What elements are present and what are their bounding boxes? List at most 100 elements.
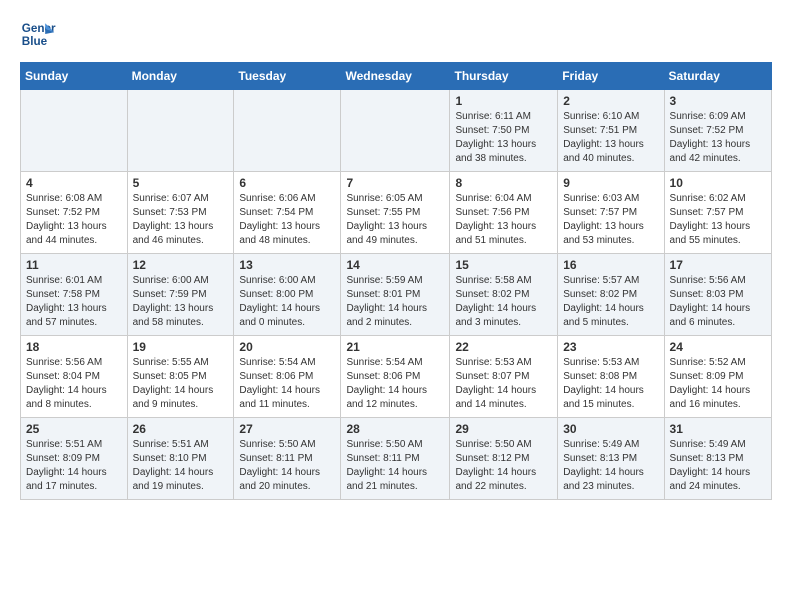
calendar-cell: 14Sunrise: 5:59 AM Sunset: 8:01 PM Dayli… [341,254,450,336]
day-info: Sunrise: 5:49 AM Sunset: 8:13 PM Dayligh… [670,438,766,494]
day-info: Sunrise: 5:53 AM Sunset: 8:07 PM Dayligh… [455,356,552,412]
calendar-cell: 16 Sunrise: 5:57 AM Sunset: 8:02 PM Dayli… [558,254,664,336]
weekday-header-row: SundayMondayTuesdayWednesdayThursdayFrid… [21,63,772,90]
day-info: Sunrise: 6:00 AM Sunset: 8:00 PM Dayligh… [239,274,335,330]
calendar-cell: 22 Sunrise: 5:53 AM Sunset: 8:07 PM Dayli… [450,336,558,418]
day-number: 29 [455,422,552,436]
calendar-cell: 30 Sunrise: 5:49 AM Sunset: 8:13 PM Dayli… [558,418,664,500]
day-number: 16 [563,258,658,272]
day-number: 3 [670,94,766,108]
day-info: Sunrise: 6:10 AM Sunset: 7:51 PM Dayligh… [563,110,658,166]
day-number: 24 [670,340,766,354]
calendar-cell: 8 Sunrise: 6:04 AM Sunset: 7:56 PM Daylig… [450,172,558,254]
calendar-cell: 29 Sunrise: 5:50 AM Sunset: 8:12 PM Dayli… [450,418,558,500]
calendar-cell: 21 Sunrise: 5:54 AM Sunset: 8:06 PM Dayli… [341,336,450,418]
day-number: 10 [670,176,766,190]
day-number: 9 [563,176,658,190]
day-number: 17 [670,258,766,272]
calendar-cell: 5Sunrise: 6:07 AM Sunset: 7:53 PM Daylig… [127,172,234,254]
page-container: General Blue SundayMondayTuesdayWednesda… [0,0,792,516]
day-number: 28 [346,422,444,436]
calendar-cell: 7 Sunrise: 6:05 AM Sunset: 7:55 PM Daylig… [341,172,450,254]
day-info: Sunrise: 5:50 AM Sunset: 8:11 PM Dayligh… [239,438,335,494]
weekday-header-monday: Monday [127,63,234,90]
calendar-cell: 2Sunrise: 6:10 AM Sunset: 7:51 PM Daylig… [558,90,664,172]
day-number: 22 [455,340,552,354]
calendar-cell [127,90,234,172]
calendar-cell: 23Sunrise: 5:53 AM Sunset: 8:08 PM Dayli… [558,336,664,418]
day-number: 6 [239,176,335,190]
day-info: Sunrise: 5:51 AM Sunset: 8:10 PM Dayligh… [133,438,229,494]
calendar-cell: 20 Sunrise: 5:54 AM Sunset: 8:06 PM Dayli… [234,336,341,418]
day-number: 31 [670,422,766,436]
calendar-week-row: 18 Sunrise: 5:56 AM Sunset: 8:04 PM Dayli… [21,336,772,418]
day-number: 23 [563,340,658,354]
svg-text:General: General [22,22,56,35]
day-number: 19 [133,340,229,354]
calendar-week-row: 1Sunrise: 6:11 AM Sunset: 7:50 PM Daylig… [21,90,772,172]
calendar-cell: 6 Sunrise: 6:06 AM Sunset: 7:54 PM Daylig… [234,172,341,254]
calendar-cell: 13 Sunrise: 6:00 AM Sunset: 8:00 PM Dayli… [234,254,341,336]
day-info: Sunrise: 5:58 AM Sunset: 8:02 PM Dayligh… [455,274,552,330]
day-number: 26 [133,422,229,436]
day-info: Sunrise: 5:51 AM Sunset: 8:09 PM Dayligh… [26,438,122,494]
day-info: Sunrise: 5:50 AM Sunset: 8:12 PM Dayligh… [455,438,552,494]
weekday-header-friday: Friday [558,63,664,90]
day-info: Sunrise: 6:01 AM Sunset: 7:58 PM Dayligh… [26,274,122,330]
calendar-cell: 11 Sunrise: 6:01 AM Sunset: 7:58 PM Dayli… [21,254,128,336]
day-number: 7 [346,176,444,190]
day-number: 11 [26,258,122,272]
day-number: 12 [133,258,229,272]
calendar-table: SundayMondayTuesdayWednesdayThursdayFrid… [20,62,772,500]
day-info: Sunrise: 5:59 AM Sunset: 8:01 PM Dayligh… [346,274,444,330]
day-number: 1 [455,94,552,108]
day-info: Sunrise: 6:04 AM Sunset: 7:56 PM Dayligh… [455,192,552,248]
calendar-cell: 27 Sunrise: 5:50 AM Sunset: 8:11 PM Dayli… [234,418,341,500]
day-number: 13 [239,258,335,272]
day-info: Sunrise: 5:56 AM Sunset: 8:03 PM Dayligh… [670,274,766,330]
weekday-header-wednesday: Wednesday [341,63,450,90]
calendar-cell: 31 Sunrise: 5:49 AM Sunset: 8:13 PM Dayli… [664,418,771,500]
day-info: Sunrise: 5:50 AM Sunset: 8:11 PM Dayligh… [346,438,444,494]
calendar-cell [234,90,341,172]
day-info: Sunrise: 6:09 AM Sunset: 7:52 PM Dayligh… [670,110,766,166]
weekday-header-saturday: Saturday [664,63,771,90]
header: General Blue [20,16,772,52]
calendar-week-row: 11 Sunrise: 6:01 AM Sunset: 7:58 PM Dayli… [21,254,772,336]
svg-text:Blue: Blue [22,35,48,48]
day-info: Sunrise: 6:00 AM Sunset: 7:59 PM Dayligh… [133,274,229,330]
day-number: 30 [563,422,658,436]
day-number: 5 [133,176,229,190]
day-info: Sunrise: 5:56 AM Sunset: 8:04 PM Dayligh… [26,356,122,412]
calendar-cell [341,90,450,172]
day-info: Sunrise: 5:49 AM Sunset: 8:13 PM Dayligh… [563,438,658,494]
day-info: Sunrise: 6:05 AM Sunset: 7:55 PM Dayligh… [346,192,444,248]
day-number: 18 [26,340,122,354]
calendar-cell: 15 Sunrise: 5:58 AM Sunset: 8:02 PM Dayli… [450,254,558,336]
calendar-cell: 3 Sunrise: 6:09 AM Sunset: 7:52 PM Daylig… [664,90,771,172]
calendar-cell: 12 Sunrise: 6:00 AM Sunset: 7:59 PM Dayli… [127,254,234,336]
logo-icon: General Blue [20,16,56,52]
day-info: Sunrise: 6:06 AM Sunset: 7:54 PM Dayligh… [239,192,335,248]
day-info: Sunrise: 5:54 AM Sunset: 8:06 PM Dayligh… [346,356,444,412]
day-number: 21 [346,340,444,354]
day-info: Sunrise: 5:57 AM Sunset: 8:02 PM Dayligh… [563,274,658,330]
day-number: 25 [26,422,122,436]
day-number: 15 [455,258,552,272]
day-info: Sunrise: 6:03 AM Sunset: 7:57 PM Dayligh… [563,192,658,248]
calendar-cell: 28 Sunrise: 5:50 AM Sunset: 8:11 PM Dayli… [341,418,450,500]
calendar-cell [21,90,128,172]
day-number: 4 [26,176,122,190]
calendar-week-row: 25 Sunrise: 5:51 AM Sunset: 8:09 PM Dayli… [21,418,772,500]
day-number: 8 [455,176,552,190]
weekday-header-tuesday: Tuesday [234,63,341,90]
day-info: Sunrise: 5:55 AM Sunset: 8:05 PM Dayligh… [133,356,229,412]
logo: General Blue [20,16,56,52]
day-number: 27 [239,422,335,436]
calendar-week-row: 4Sunrise: 6:08 AM Sunset: 7:52 PM Daylig… [21,172,772,254]
day-info: Sunrise: 5:54 AM Sunset: 8:06 PM Dayligh… [239,356,335,412]
day-info: Sunrise: 6:02 AM Sunset: 7:57 PM Dayligh… [670,192,766,248]
day-number: 20 [239,340,335,354]
calendar-cell: 25 Sunrise: 5:51 AM Sunset: 8:09 PM Dayli… [21,418,128,500]
calendar-cell: 10 Sunrise: 6:02 AM Sunset: 7:57 PM Dayli… [664,172,771,254]
